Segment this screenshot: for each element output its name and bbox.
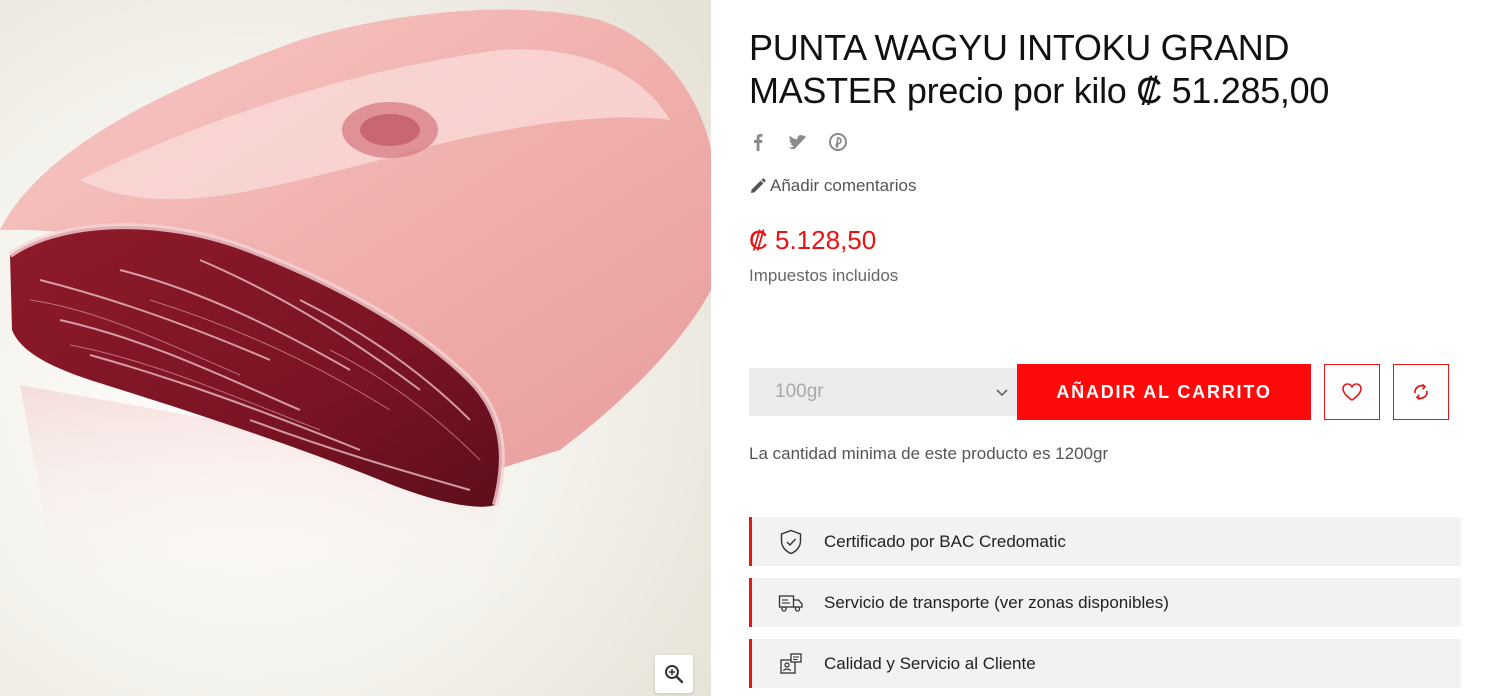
refresh-compare-icon bbox=[1414, 383, 1428, 401]
add-review-link[interactable]: Añadir comentarios bbox=[749, 176, 916, 196]
purchase-row: 100gr AÑADIR AL CARRITO bbox=[749, 364, 1461, 420]
heart-icon bbox=[1342, 383, 1362, 401]
compare-button[interactable] bbox=[1393, 364, 1449, 420]
pinterest-icon[interactable] bbox=[829, 131, 847, 153]
product-image-gallery bbox=[0, 0, 711, 696]
minimum-quantity-note: La cantidad minima de este producto es 1… bbox=[749, 444, 1109, 463]
product-price: ₡ 5.128,50 bbox=[749, 225, 877, 255]
product-title-line-1: PUNTA WAGYU INTOKU GRAND bbox=[749, 27, 1290, 68]
wishlist-button[interactable] bbox=[1324, 364, 1380, 420]
facebook-icon[interactable] bbox=[749, 131, 767, 153]
product-title: PUNTA WAGYU INTOKU GRAND MASTER precio p… bbox=[749, 26, 1449, 112]
product-image bbox=[0, 0, 711, 696]
tax-note: Impuestos incluidos bbox=[749, 266, 899, 285]
zoom-button[interactable] bbox=[655, 655, 693, 693]
add-to-cart-button[interactable]: AÑADIR AL CARRITO bbox=[1017, 364, 1311, 420]
social-share bbox=[749, 131, 847, 153]
shield-check-icon bbox=[778, 529, 804, 555]
delivery-truck-icon bbox=[778, 590, 804, 616]
magnifier-plus-icon bbox=[665, 665, 684, 684]
chevron-down-icon bbox=[996, 389, 1008, 397]
feature-list: Certificado por BAC Credomatic Servicio … bbox=[749, 517, 1461, 696]
feature-label: Servicio de transporte (ver zonas dispon… bbox=[824, 592, 1169, 612]
feature-item: Calidad y Servicio al Cliente bbox=[749, 639, 1461, 688]
add-review-label: Añadir comentarios bbox=[770, 176, 917, 195]
quantity-selected-value: 100gr bbox=[775, 381, 824, 402]
feature-label: Certificado por BAC Credomatic bbox=[824, 531, 1066, 551]
feature-label: Calidad y Servicio al Cliente bbox=[824, 653, 1036, 673]
feature-item: Certificado por BAC Credomatic bbox=[749, 517, 1461, 566]
pencil-icon bbox=[751, 177, 766, 193]
feature-item: Servicio de transporte (ver zonas dispon… bbox=[749, 578, 1461, 627]
customer-service-icon bbox=[778, 651, 804, 677]
twitter-icon[interactable] bbox=[789, 131, 807, 153]
product-title-line-2: MASTER precio por kilo ₡ 51.285,00 bbox=[749, 70, 1330, 111]
quantity-select[interactable]: 100gr bbox=[749, 368, 1019, 416]
